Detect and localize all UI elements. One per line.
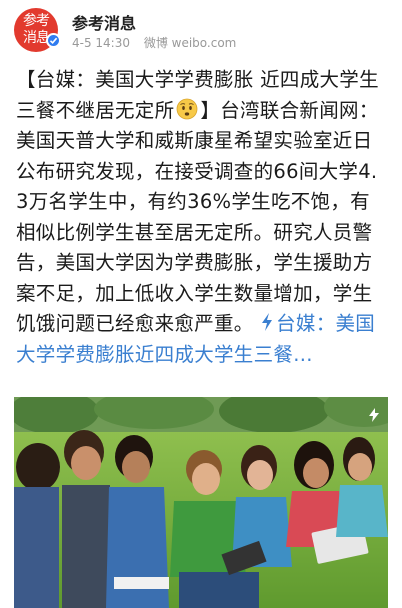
expand-icon[interactable] <box>368 407 380 427</box>
students-photo-image <box>14 397 388 608</box>
post-header: 参考 消息 参考消息 4-5 14:30 微博 weibo.com <box>0 0 402 60</box>
post-text: 【台媒：美国大学学费膨胀 近四成大学生三餐不继居无定所 】台湾联合新闻网：美国天… <box>16 65 388 370</box>
post-time: 4-5 14:30 <box>72 36 130 50</box>
worried-face-emoji-icon <box>176 98 198 120</box>
post-source: 微博 weibo.com <box>143 36 237 50</box>
lightning-link-icon <box>260 311 274 331</box>
post-meta: 4-5 14:30 微博 weibo.com <box>72 34 246 51</box>
author-name[interactable]: 参考消息 <box>72 10 136 34</box>
post-text-part2: 】台湾联合新闻网：美国天普大学和威斯康星希望实验室近日公布研究发现，在接受调查的… <box>16 98 379 336</box>
post-photo[interactable] <box>14 397 388 608</box>
verified-badge-icon <box>46 33 61 48</box>
